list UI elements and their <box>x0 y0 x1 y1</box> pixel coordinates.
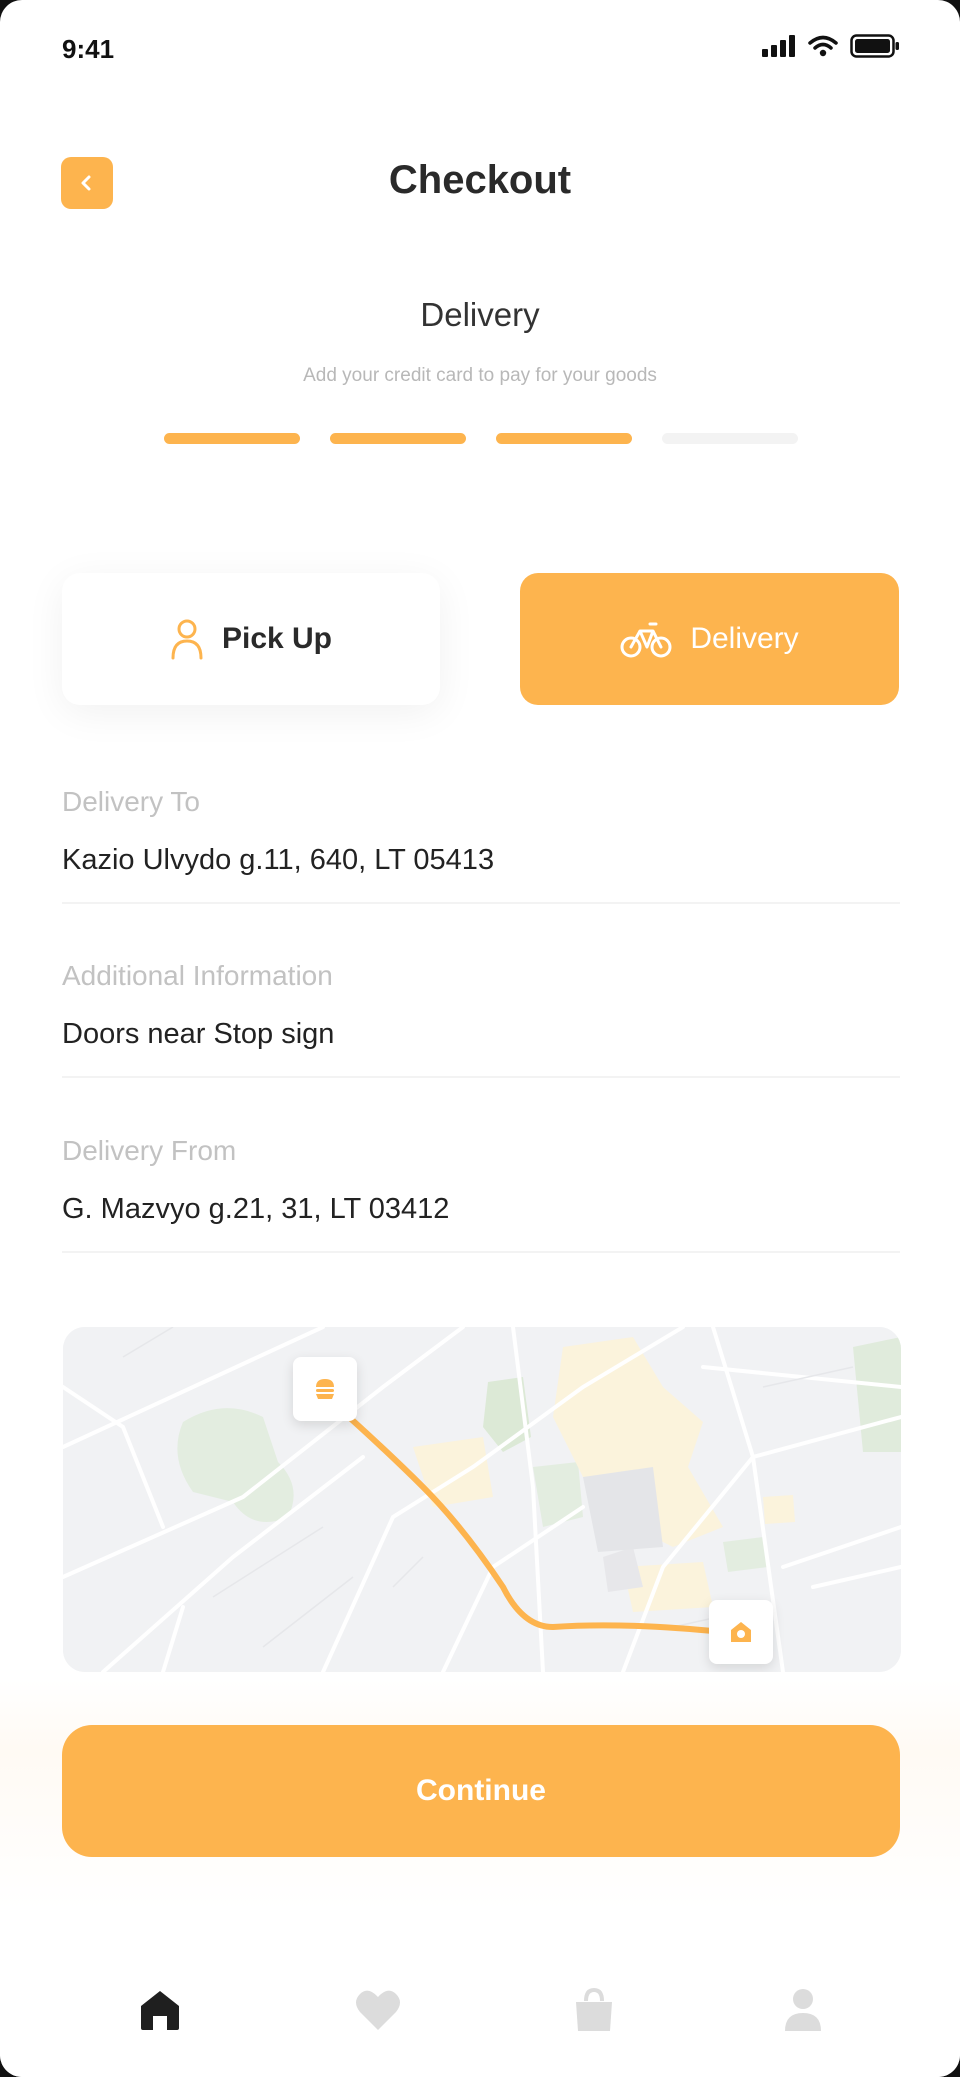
status-icons <box>762 34 900 58</box>
bicycle-icon <box>620 622 672 658</box>
field-label: Delivery From <box>62 1135 237 1166</box>
tab-home[interactable] <box>130 1980 190 2040</box>
field-label: Delivery To <box>62 786 200 817</box>
delivery-from-field[interactable]: Delivery From G. Mazvyo g.21, 31, LT 034… <box>62 1135 900 1253</box>
page-title: Checkout <box>388 158 572 202</box>
route-map[interactable] <box>63 1327 901 1672</box>
additional-info-field[interactable]: Additional Information Doors near Stop s… <box>62 960 900 1078</box>
continue-button[interactable]: Continue <box>62 1725 900 1857</box>
delivery-option[interactable]: Delivery <box>520 573 899 705</box>
progress-segment-2 <box>330 433 466 444</box>
tab-bar <box>0 1910 960 2077</box>
field-value: Kazio Ulvydo g.11, 640, LT 05413 <box>62 844 495 876</box>
pickup-label: Pick Up <box>221 622 333 655</box>
home-pin[interactable] <box>709 1600 773 1664</box>
map-background <box>63 1327 901 1672</box>
progress-segment-3 <box>496 433 632 444</box>
step-subtitle: Add your credit card to pay for your goo… <box>303 365 657 386</box>
burger-icon <box>316 1379 334 1399</box>
delivery-to-field[interactable]: Delivery To Kazio Ulvydo g.11, 640, LT 0… <box>62 786 900 904</box>
battery-icon <box>850 34 899 58</box>
field-value: G. Mazvyo g.21, 31, LT 03412 <box>62 1193 450 1225</box>
profile-icon <box>785 1989 821 2031</box>
bag-icon <box>576 1987 612 2031</box>
home-location-icon <box>731 1622 751 1642</box>
progress-segment-1 <box>164 433 300 444</box>
step-title: Delivery <box>420 296 540 333</box>
heart-icon <box>356 1990 400 2030</box>
field-value: Doors near Stop sign <box>62 1018 335 1050</box>
status-bar: 9:41 <box>0 0 960 100</box>
field-label: Additional Information <box>62 960 333 991</box>
home-icon <box>141 1991 179 2030</box>
progress-indicator <box>164 433 798 444</box>
wifi-icon <box>808 35 838 57</box>
person-icon <box>171 619 203 660</box>
pickup-option[interactable]: Pick Up <box>62 573 440 705</box>
progress-segment-4 <box>662 433 798 444</box>
tab-favorites[interactable] <box>348 1980 408 2040</box>
signal-icon <box>762 35 795 57</box>
tab-cart[interactable] <box>564 1980 624 2040</box>
status-time: 9:41 <box>62 34 115 64</box>
delivery-label: Delivery <box>690 622 799 655</box>
tab-profile[interactable] <box>773 1980 833 2040</box>
phone-screen: 9:41 Checkout Delivery Add your credit c… <box>0 0 960 2077</box>
restaurant-pin[interactable] <box>293 1357 357 1421</box>
